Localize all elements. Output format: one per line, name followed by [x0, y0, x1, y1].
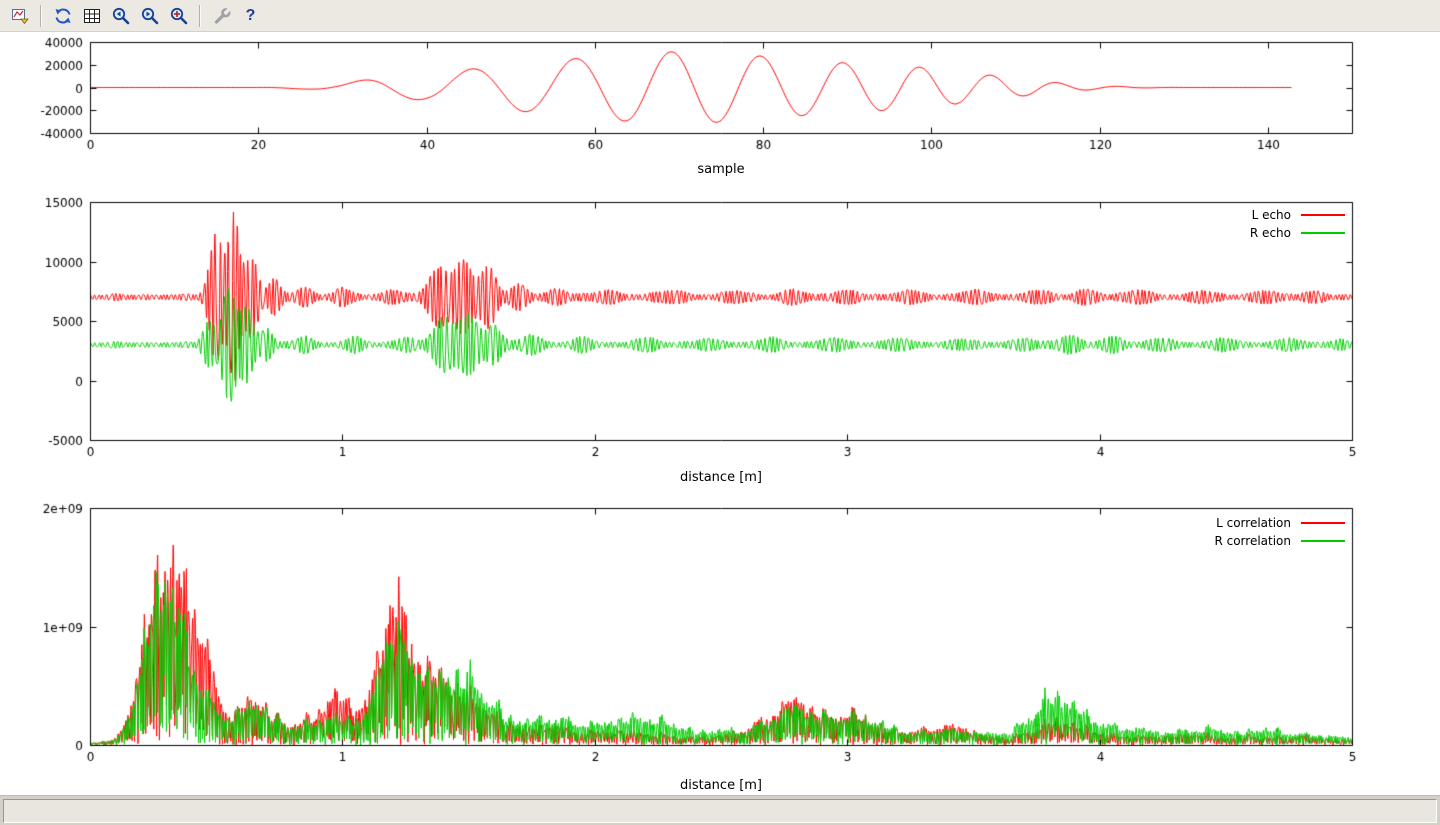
grid-icon: [82, 6, 102, 26]
legend-label: L correlation: [1216, 516, 1291, 530]
legend-item: L echo: [1250, 208, 1345, 221]
legend-item: R correlation: [1214, 534, 1345, 547]
refresh-icon: [53, 6, 73, 26]
echo-chart-canvas[interactable]: [0, 190, 1440, 490]
zoom-next-icon: [140, 6, 160, 26]
echo-chart: L echo R echo distance [m]: [0, 190, 1440, 490]
pulse-chart: sample: [0, 36, 1440, 188]
legend-item: R echo: [1250, 226, 1345, 239]
toggle-grid-button[interactable]: [78, 3, 105, 29]
legend-label: R echo: [1250, 226, 1291, 240]
toolbar: ?: [0, 0, 1440, 32]
help-icon: ?: [246, 8, 256, 24]
replot-button[interactable]: [49, 3, 76, 29]
legend-label: R correlation: [1214, 534, 1291, 548]
autoscale-button[interactable]: [165, 3, 192, 29]
configure-button[interactable]: [208, 3, 235, 29]
status-bar: [0, 795, 1440, 825]
autoscale-icon: [169, 6, 189, 26]
legend-item: L correlation: [1214, 516, 1345, 529]
legend-line-sample: [1301, 540, 1345, 542]
legend-label: L echo: [1252, 208, 1291, 222]
correlation-chart: L correlation R correlation distance [m]: [0, 496, 1440, 795]
legend-line-sample: [1301, 214, 1345, 216]
x-axis-label-distance: distance [m]: [90, 778, 1352, 793]
toolbar-separator: [199, 5, 201, 27]
x-axis-label-distance: distance [m]: [90, 470, 1352, 485]
zoom-previous-icon: [111, 6, 131, 26]
wrench-icon: [212, 6, 232, 26]
x-axis-label-sample: sample: [90, 162, 1352, 177]
export-button[interactable]: [6, 3, 33, 29]
zoom-next-button[interactable]: [136, 3, 163, 29]
correlation-legend: L correlation R correlation: [1214, 516, 1345, 547]
legend-line-sample: [1301, 522, 1345, 524]
legend-line-sample: [1301, 232, 1345, 234]
export-icon: [10, 6, 30, 26]
status-field: [3, 799, 1437, 823]
help-button[interactable]: ?: [237, 3, 264, 29]
toolbar-separator: [40, 5, 42, 27]
zoom-previous-button[interactable]: [107, 3, 134, 29]
echo-legend: L echo R echo: [1250, 208, 1345, 239]
